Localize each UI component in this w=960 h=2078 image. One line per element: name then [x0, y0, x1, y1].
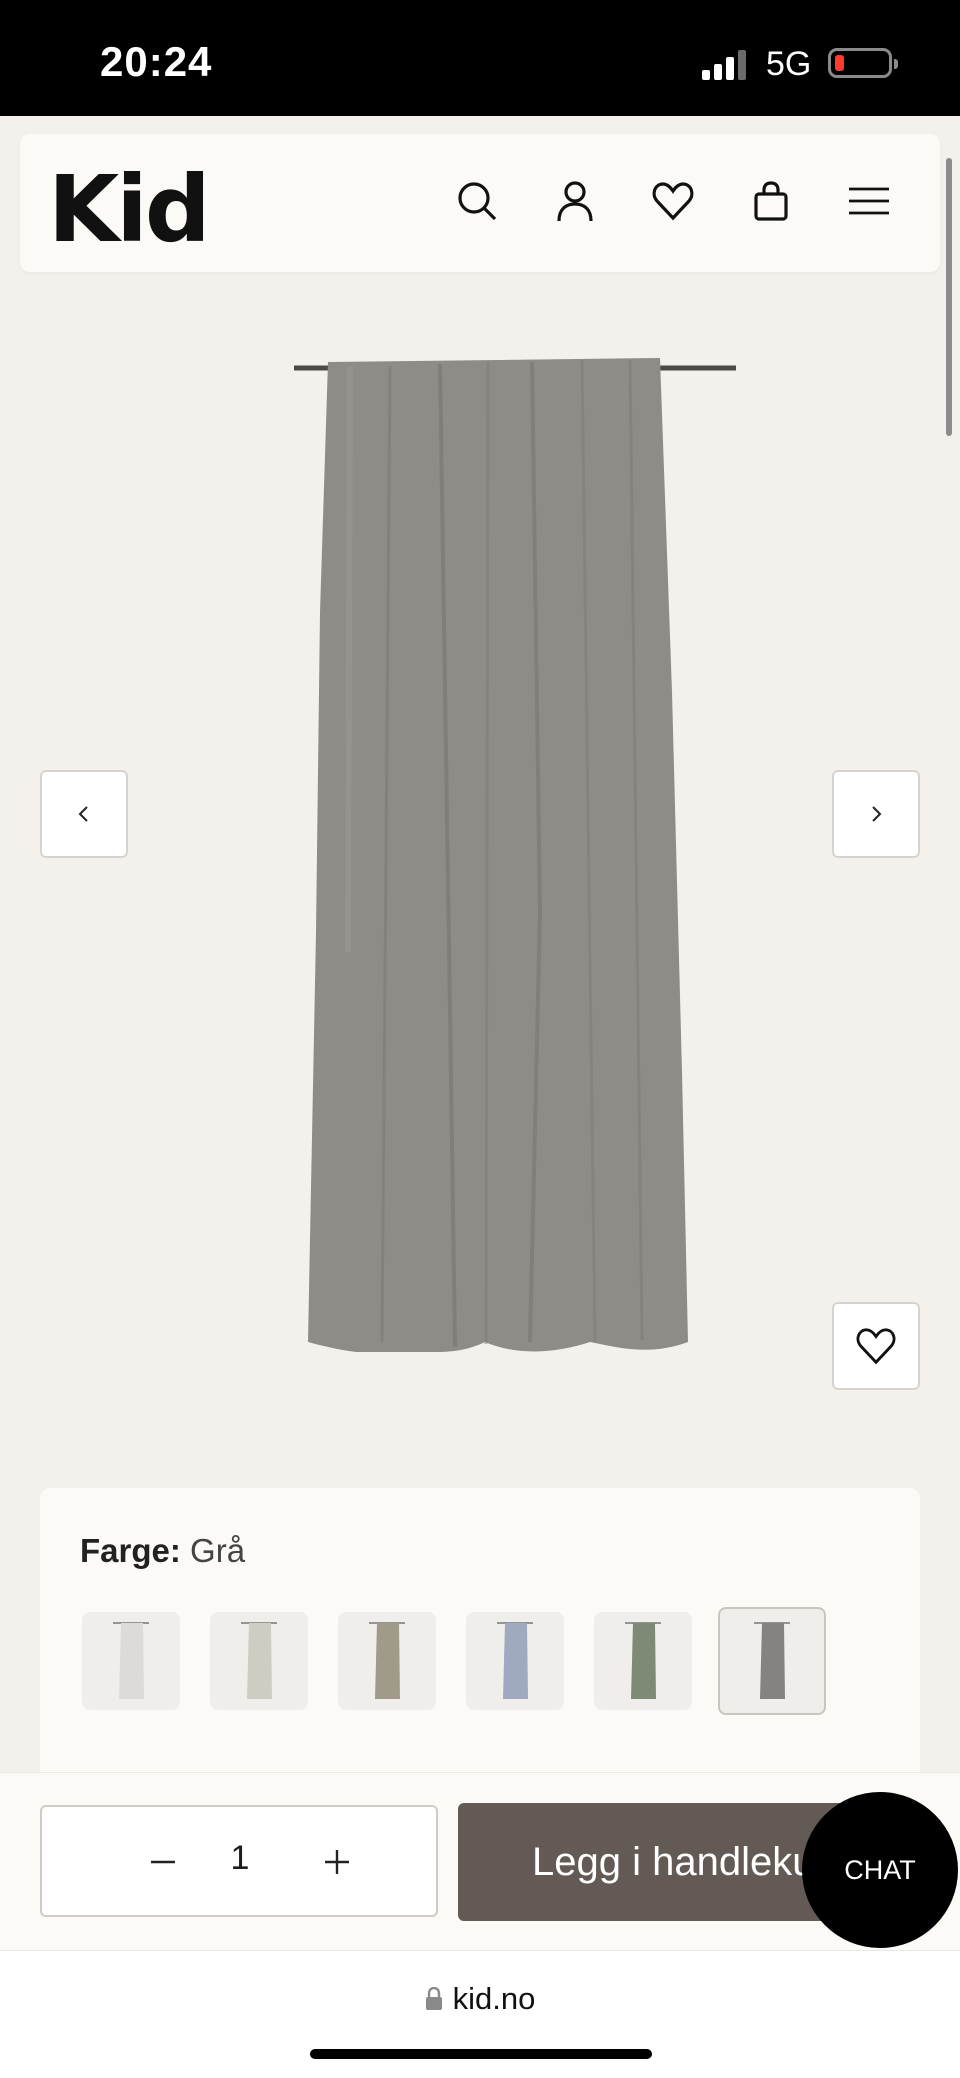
curtain-thumbnail-icon [497, 1622, 533, 1699]
chat-button[interactable]: CHAT [802, 1792, 958, 1948]
signal-icon [702, 50, 746, 80]
product-image [294, 358, 736, 1352]
color-label: Farge: Grå [80, 1532, 245, 1570]
site-logo[interactable]: Kid [48, 156, 211, 263]
gallery-next-button[interactable] [832, 770, 920, 858]
color-label-value: Grå [190, 1532, 246, 1569]
network-label: 5G [766, 45, 812, 83]
curtain-thumbnail-icon [113, 1622, 149, 1699]
quantity-value[interactable]: 1 [218, 1839, 262, 1878]
url-text: kid.no [452, 1981, 536, 2016]
curtain-thumbnail-icon [754, 1622, 790, 1699]
url-display[interactable]: kid.no [0, 1981, 960, 2017]
quantity-decrease-button[interactable] [138, 1837, 188, 1887]
search-icon[interactable] [446, 170, 508, 232]
minus-icon [151, 1860, 175, 1864]
quantity-stepper: 1 [40, 1805, 438, 1917]
account-icon[interactable] [544, 170, 606, 232]
gallery-prev-button[interactable] [40, 770, 128, 858]
battery-icon [828, 48, 898, 78]
home-indicator[interactable] [310, 2049, 652, 2059]
curtain-thumbnail-icon [241, 1622, 277, 1699]
menu-icon[interactable] [838, 170, 900, 232]
lock-icon [425, 1987, 442, 2010]
heart-icon [856, 1328, 896, 1365]
cart-icon[interactable] [740, 170, 802, 232]
site-header: Kid [20, 134, 940, 272]
plus-icon [325, 1850, 349, 1874]
color-swatch[interactable] [466, 1612, 564, 1710]
color-swatch[interactable] [338, 1612, 436, 1710]
color-swatch[interactable] [718, 1607, 826, 1715]
curtain-thumbnail-icon [369, 1622, 405, 1699]
wishlist-icon[interactable] [642, 170, 704, 232]
color-swatch[interactable] [210, 1612, 308, 1710]
chevron-right-icon [872, 806, 882, 822]
color-swatch[interactable] [594, 1612, 692, 1710]
chevron-left-icon [78, 806, 88, 822]
battery-level [835, 55, 844, 71]
browser-url-bar: kid.no [0, 1950, 960, 2078]
color-selector: Farge: Grå [40, 1488, 920, 1788]
quantity-increase-button[interactable] [312, 1837, 362, 1887]
color-swatch[interactable] [82, 1612, 180, 1710]
color-label-title: Farge: [80, 1532, 181, 1569]
status-bar: 20:24 5G [0, 0, 960, 116]
curtain-thumbnail-icon [625, 1622, 661, 1699]
status-time: 20:24 [100, 38, 213, 85]
product-gallery [0, 272, 960, 1472]
add-to-wishlist-button[interactable] [832, 1302, 920, 1390]
